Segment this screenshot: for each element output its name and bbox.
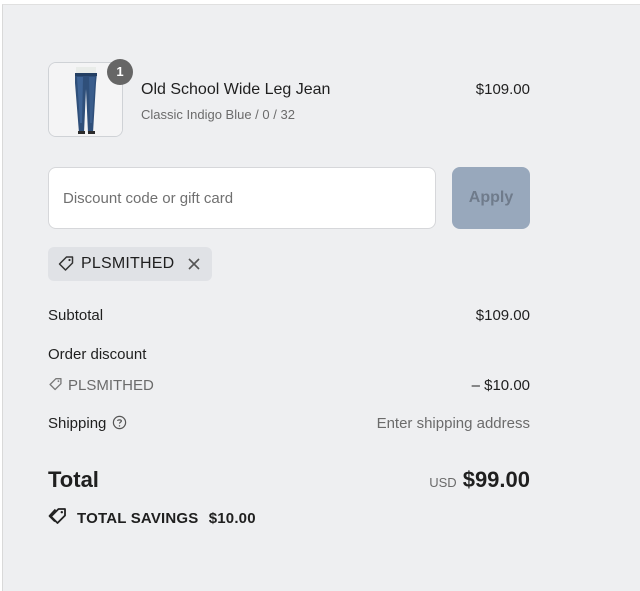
product-variant: Classic Indigo Blue / 0 / 32: [141, 107, 295, 122]
discount-code-row: PLSMITHED – $10.00: [48, 377, 530, 394]
quantity-badge: 1: [107, 59, 133, 85]
applied-discount-chip: PLSMITHED: [48, 247, 213, 281]
discount-value: – $10.00: [471, 377, 530, 394]
subtotal-label: Subtotal: [48, 307, 104, 324]
discount-code-input[interactable]: [48, 167, 436, 229]
shipping-row: Shipping Enter shipping address: [48, 415, 530, 432]
savings-tag-icon: [48, 507, 68, 525]
total-row: Total USD $99.00: [48, 467, 530, 497]
line-item: 1 Old School Wide Leg Jean Classic Indig…: [48, 58, 530, 140]
apply-button[interactable]: Apply: [452, 167, 530, 229]
total-label: Total: [48, 467, 99, 492]
total-savings-label: TOTAL SAVINGS: [77, 510, 199, 527]
total-savings-row: TOTAL SAVINGS $10.00: [48, 507, 530, 527]
order-summary-panel: 1 Old School Wide Leg Jean Classic Indig…: [2, 4, 640, 591]
shipping-label: Shipping: [48, 415, 107, 432]
total-savings-value: $10.00: [208, 510, 256, 527]
close-icon: [188, 258, 200, 270]
order-discount-label: Order discount: [48, 346, 147, 363]
discount-code-name: PLSMITHED: [68, 377, 154, 394]
currency-code: USD: [429, 475, 457, 490]
applied-discount-code: PLSMITHED: [81, 255, 175, 272]
order-discount-row: Order discount: [48, 346, 530, 363]
product-thumbnail: 1: [48, 59, 133, 137]
product-price: $109.00: [475, 81, 530, 98]
subtotal-row: Subtotal $109.00: [48, 307, 530, 324]
remove-discount-button[interactable]: [186, 256, 202, 272]
help-icon[interactable]: [112, 415, 127, 430]
tag-icon: [57, 255, 75, 273]
shipping-value: Enter shipping address: [376, 415, 530, 432]
product-name: Old School Wide Leg Jean: [141, 81, 331, 98]
total-value: $99.00: [462, 467, 530, 492]
tag-icon: [48, 377, 63, 392]
subtotal-value: $109.00: [475, 307, 530, 324]
